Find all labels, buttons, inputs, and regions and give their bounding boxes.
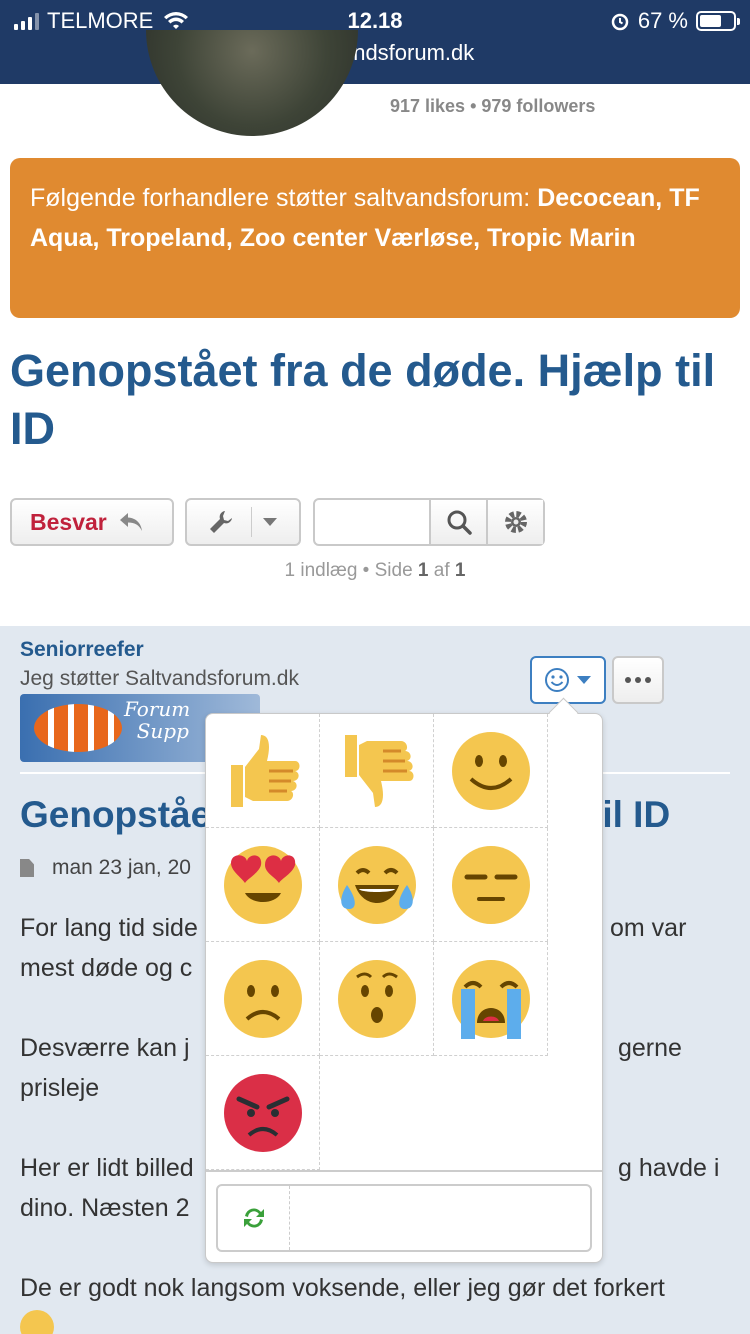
text: om var bbox=[610, 914, 687, 942]
tears-of-joy-icon bbox=[337, 845, 416, 924]
smiley-icon bbox=[545, 668, 569, 692]
reaction-search bbox=[216, 1184, 592, 1252]
post-date: man 23 jan, 20 bbox=[20, 856, 191, 880]
hushed-face-icon bbox=[337, 959, 416, 1038]
angry-face-icon bbox=[223, 1073, 302, 1152]
page-of: af bbox=[428, 560, 455, 581]
empty-cell bbox=[320, 1056, 548, 1170]
advanced-search-button[interactable] bbox=[486, 500, 543, 544]
post-author[interactable]: Seniorreefer bbox=[20, 638, 144, 662]
reaction-tears-of-joy[interactable] bbox=[320, 828, 434, 942]
frowning-face-icon bbox=[223, 959, 302, 1038]
smile-icon bbox=[451, 731, 530, 810]
clownfish-image bbox=[34, 704, 122, 752]
browser-status-bar: TELMORE 12.18 67 % saltvandsforum.dk bbox=[0, 0, 750, 84]
dot-icon bbox=[645, 677, 651, 683]
neutral-face-icon bbox=[451, 845, 530, 924]
dot-icon bbox=[625, 677, 631, 683]
reaction-frowning-face[interactable] bbox=[206, 942, 320, 1056]
reply-arrow-icon bbox=[119, 513, 142, 531]
topic-search bbox=[313, 498, 545, 546]
reaction-smile[interactable] bbox=[434, 714, 548, 828]
badge-text-1: Forum bbox=[124, 697, 191, 721]
banner-intro: Følgende forhandlere støtter saltvandsfo… bbox=[30, 184, 538, 212]
reaction-button[interactable] bbox=[530, 656, 606, 704]
battery-icon bbox=[696, 11, 740, 31]
thumbs-up-icon bbox=[230, 734, 299, 807]
author-rank: Jeg støtter Saltvandsforum.dk bbox=[20, 667, 299, 690]
reaction-angry-face[interactable] bbox=[206, 1056, 320, 1170]
reaction-loudly-crying-face[interactable] bbox=[434, 942, 548, 1056]
search-input[interactable] bbox=[315, 500, 429, 544]
current-page: 1 bbox=[417, 560, 429, 581]
paragraph: De er godt nok langsom voksende, eller j… bbox=[20, 1268, 720, 1334]
reply-label: Besvar bbox=[30, 508, 107, 535]
chevron-down-icon bbox=[263, 518, 277, 526]
blush-emoji-icon bbox=[20, 1310, 54, 1334]
address-bar[interactable]: saltvandsforum.dk bbox=[0, 40, 750, 66]
reaction-hushed-face[interactable] bbox=[320, 942, 434, 1056]
search-icon bbox=[447, 510, 472, 535]
text: dino. Næsten 2 bbox=[20, 1194, 190, 1222]
text: gerne bbox=[618, 1034, 682, 1062]
text: mest døde og c bbox=[20, 954, 193, 982]
reaction-picker bbox=[205, 713, 603, 1263]
alarm-icon bbox=[611, 13, 629, 31]
text: Desværre kan j bbox=[20, 1034, 190, 1062]
topic-tools-button[interactable] bbox=[185, 498, 301, 546]
reaction-thumbs-up[interactable] bbox=[206, 714, 320, 828]
refresh-button[interactable] bbox=[218, 1186, 290, 1250]
profile-cover-image bbox=[146, 30, 358, 136]
post-count: 1 indlæg • Side bbox=[284, 560, 418, 581]
reply-button[interactable]: Besvar bbox=[10, 498, 174, 546]
caret-down-icon bbox=[577, 676, 591, 684]
post-title-start: Genopståe bbox=[20, 794, 212, 835]
gear-icon bbox=[504, 511, 527, 533]
sponsor-banner: Følgende forhandlere støtter saltvandsfo… bbox=[10, 158, 740, 318]
text: For lang tid side bbox=[20, 914, 198, 942]
date-text: man 23 jan, 20 bbox=[52, 856, 191, 879]
total-pages: 1 bbox=[454, 560, 466, 581]
pagination-info: 1 indlæg • Side 1 af 1 bbox=[0, 560, 750, 582]
search-button[interactable] bbox=[429, 500, 486, 544]
wrench-icon bbox=[210, 511, 232, 533]
text: De er godt nok langsom voksende, eller j… bbox=[20, 1274, 665, 1302]
loudly-crying-face-icon bbox=[451, 959, 530, 1039]
profile-stats: 917 likes • 979 followers bbox=[390, 96, 596, 116]
text: Her er lidt billed bbox=[20, 1154, 194, 1182]
popup-divider bbox=[206, 1170, 602, 1172]
page-title: Genopstået fra de døde. Hjælp til ID bbox=[10, 345, 716, 454]
battery-area: 67 % bbox=[610, 8, 740, 34]
more-options-button[interactable] bbox=[612, 656, 664, 704]
document-icon bbox=[20, 859, 34, 877]
text: prisleje bbox=[20, 1074, 100, 1102]
battery-percent: 67 % bbox=[637, 8, 688, 33]
reaction-heart-eyes[interactable] bbox=[206, 828, 320, 942]
text: g havde i bbox=[618, 1154, 720, 1182]
thumbs-down-icon bbox=[344, 734, 413, 807]
refresh-icon bbox=[243, 1208, 264, 1228]
reaction-thumbs-down[interactable] bbox=[320, 714, 434, 828]
dot-icon bbox=[635, 677, 641, 683]
heart-eyes-icon bbox=[223, 845, 302, 924]
badge-text-2: Supp bbox=[136, 719, 189, 743]
reaction-neutral-face[interactable] bbox=[434, 828, 548, 942]
